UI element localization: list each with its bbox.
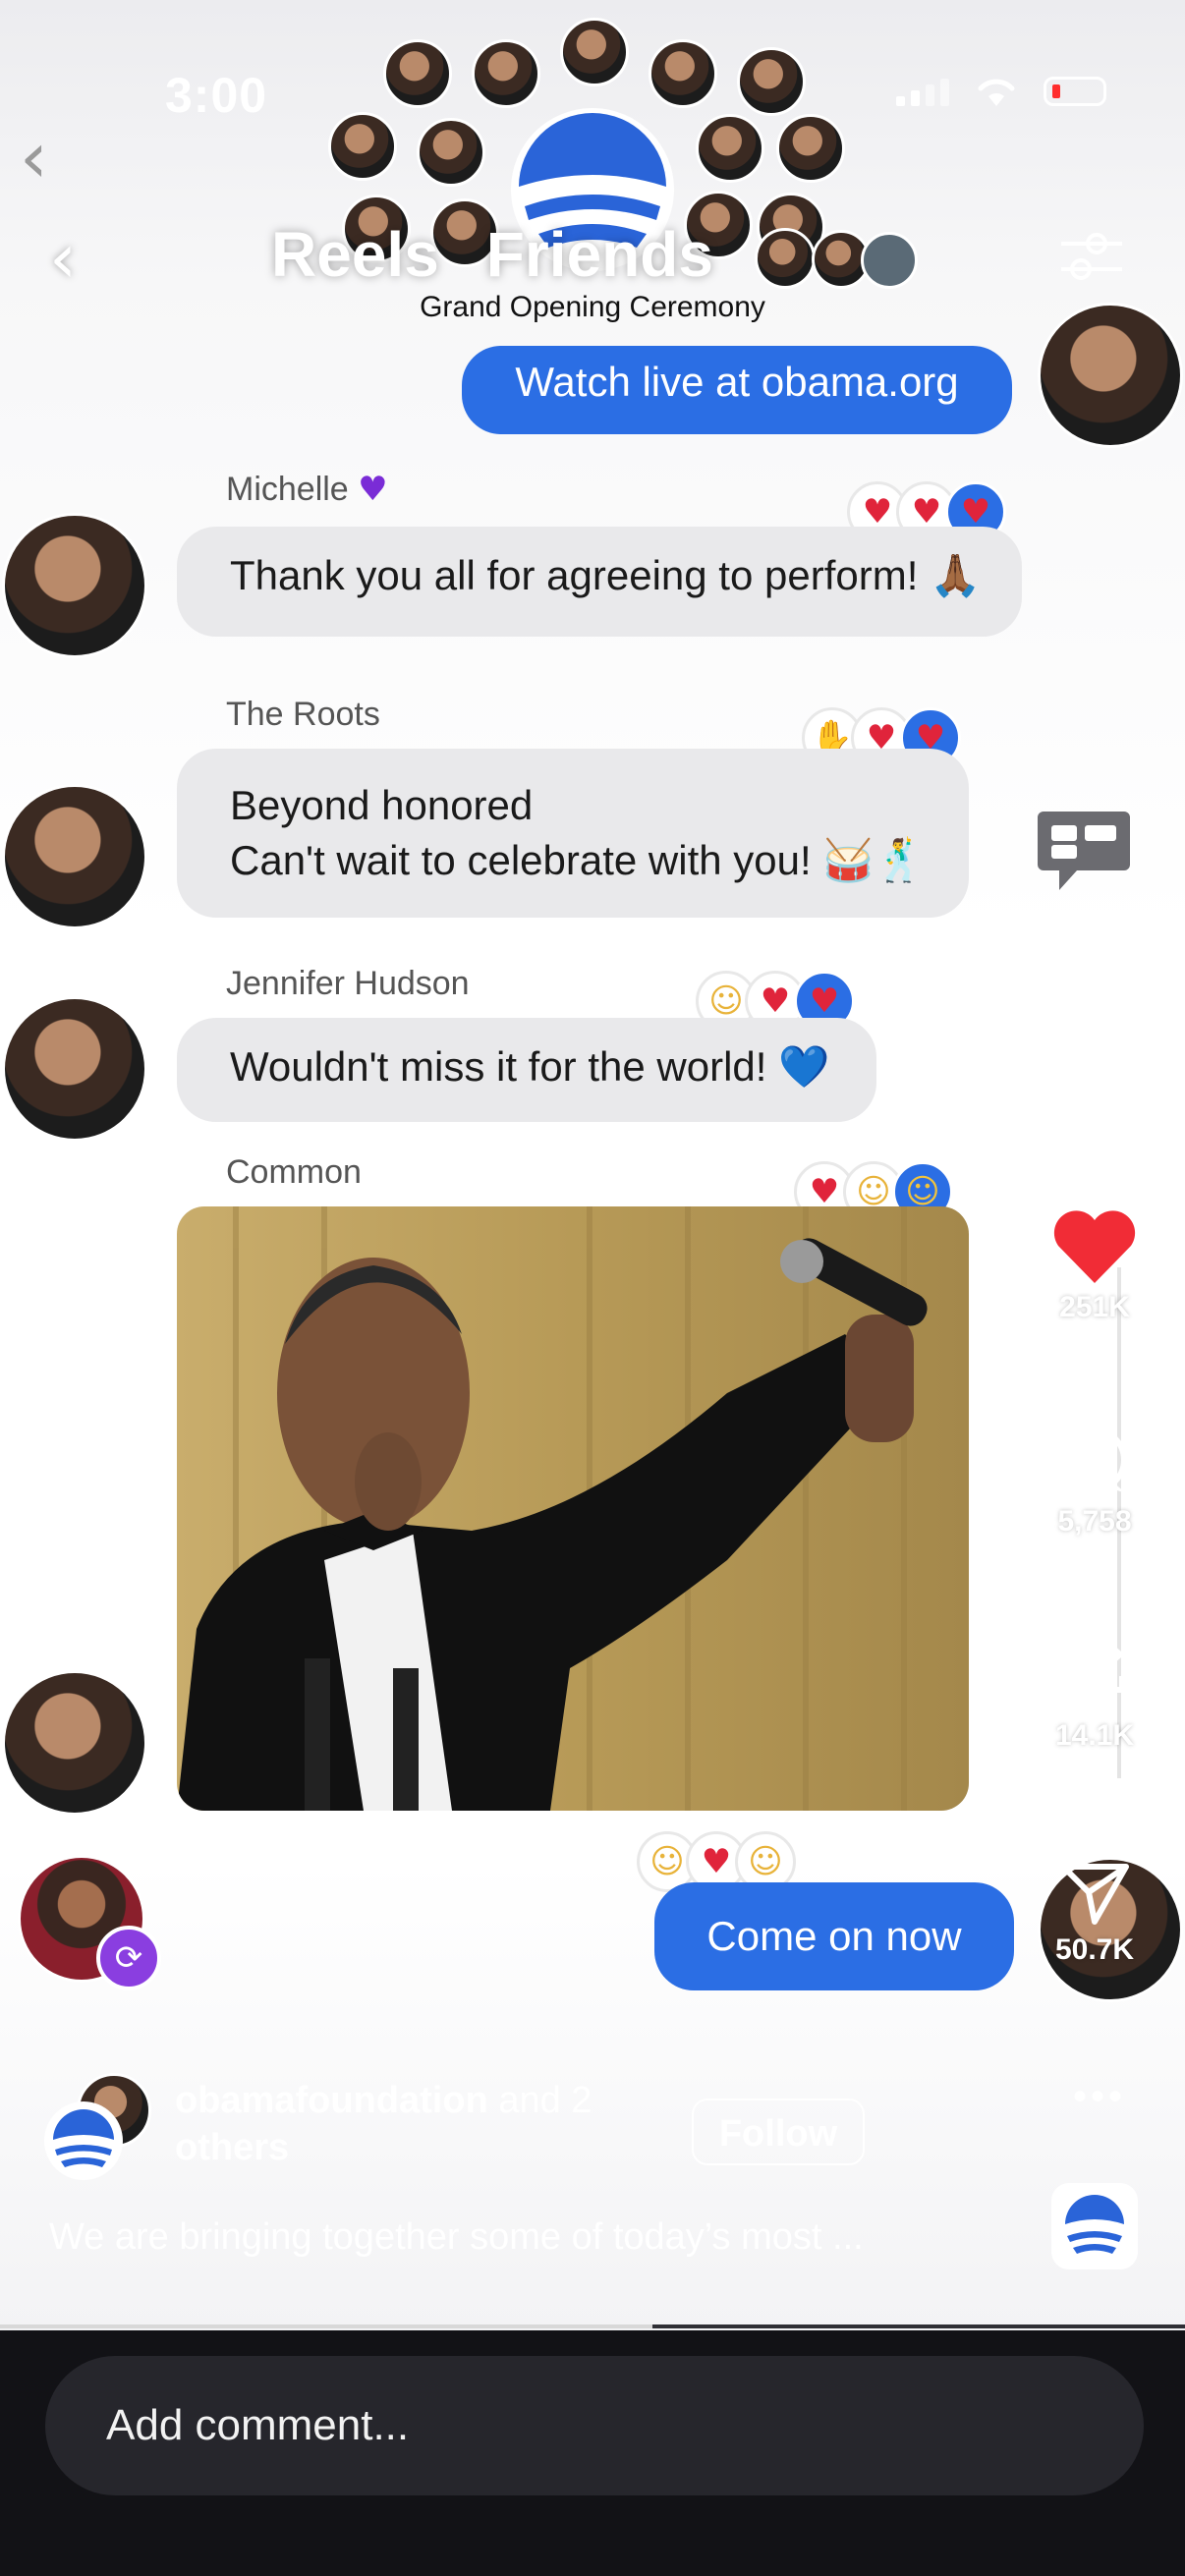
sender-name: The Roots — [226, 696, 380, 733]
avatar — [472, 39, 540, 108]
sender-name: Common — [226, 1153, 362, 1191]
settings-sliders-icon[interactable] — [1057, 222, 1126, 291]
sender-avatar — [2, 996, 147, 1142]
tab-reels[interactable]: Reels — [271, 218, 439, 291]
reel-subtitle: Grand Opening Ceremony — [420, 291, 765, 323]
chat-toggle-button[interactable] — [992, 782, 1179, 920]
heart-icon — [1053, 1210, 1136, 1283]
like-button[interactable]: 251K — [1026, 1208, 1163, 1324]
owner-handle: obamafoundation — [175, 2080, 488, 2121]
mic-drop-gif[interactable] — [177, 1206, 969, 1811]
message-text: Wouldn't miss it for the world! 💙 — [230, 1043, 830, 1090]
more-options-icon[interactable]: ••• — [1073, 2075, 1126, 2119]
message-text: Can't wait to celebrate with you! 🥁🕺 — [230, 837, 926, 883]
message-bubble: Thank you all for agreeing to perform! 🙏… — [177, 527, 1022, 637]
avatar — [861, 232, 918, 289]
chat-bubble-icon — [1038, 812, 1130, 890]
sender-avatar — [2, 1670, 147, 1816]
reel-screen: 3:00 ‹ ‹ Reels Friends Grand Opening Cer… — [0, 0, 1185, 2328]
message-bubble: Come on now — [654, 1882, 1014, 1990]
owner-suffix: and 2 — [487, 2080, 592, 2121]
sender-name: Jennifer Hudson — [226, 965, 470, 1002]
post-caption[interactable]: We are bringing together some of today’s… — [49, 2216, 864, 2259]
message-bubble: Watch live at obama.org — [462, 346, 1012, 434]
sender-avatar — [2, 784, 147, 929]
feed-tabs: Reels Friends — [271, 218, 713, 291]
avatar — [649, 39, 717, 108]
close-reel-back-icon[interactable]: ‹ — [49, 218, 77, 299]
message-text: Watch live at obama.org — [515, 359, 959, 405]
status-time: 3:00 — [165, 68, 268, 123]
avatar — [328, 112, 397, 181]
battery-icon — [1044, 77, 1106, 106]
message-text: Beyond honored — [230, 782, 534, 828]
repost-icon — [1064, 1640, 1125, 1705]
status-icons — [896, 75, 1106, 108]
purple-heart-icon: ♥ — [358, 470, 388, 509]
send-icon — [1060, 1864, 1129, 1925]
avatar — [755, 228, 816, 289]
follow-button[interactable]: Follow — [692, 2099, 865, 2165]
message-text: Thank you all for agreeing to perform! 🙏… — [230, 552, 982, 598]
audio-source-icon[interactable] — [1049, 2181, 1140, 2271]
sender-avatar — [2, 513, 147, 658]
like-count: 251K — [1059, 1291, 1130, 1323]
avatar — [417, 118, 485, 187]
share-button[interactable]: 50.7K — [1026, 1859, 1163, 1967]
avatar — [383, 39, 452, 108]
obama-foundation-avatar-icon — [44, 2101, 123, 2180]
message-text: Come on now — [706, 1913, 962, 1959]
repost-badge-icon: ⟳ — [96, 1926, 161, 1990]
repost-button[interactable]: 14.1K — [1026, 1631, 1163, 1753]
repost-count: 14.1K — [1054, 1719, 1135, 1752]
owner-others: others — [175, 2127, 290, 2168]
post-owner[interactable]: obamafoundation and 2 others — [175, 2077, 686, 2171]
back-icon[interactable]: ‹ — [20, 118, 75, 196]
sender-avatar — [1038, 303, 1183, 448]
comment-count: 5,758 — [1057, 1505, 1132, 1538]
avatar — [696, 114, 764, 183]
avatar — [560, 18, 629, 86]
avatar — [737, 47, 806, 116]
comment-input[interactable]: Add comment... — [45, 2356, 1144, 2495]
video-progress-bar[interactable] — [0, 2324, 1185, 2328]
collab-avatars[interactable] — [43, 2073, 161, 2181]
comment-icon — [1062, 1428, 1127, 1493]
mic-drop-image — [177, 1206, 969, 1811]
wifi-icon — [978, 79, 1015, 106]
tab-friends[interactable]: Friends — [486, 218, 713, 291]
avatar — [776, 114, 845, 183]
share-count: 50.7K — [1054, 1933, 1135, 1966]
sender-name: Michelle ♥ — [226, 470, 388, 509]
message-bubble: Wouldn't miss it for the world! 💙 — [177, 1018, 876, 1122]
comment-button[interactable]: 5,758 — [1026, 1425, 1163, 1539]
message-bubble: Beyond honored Can't wait to celebrate w… — [177, 749, 969, 918]
